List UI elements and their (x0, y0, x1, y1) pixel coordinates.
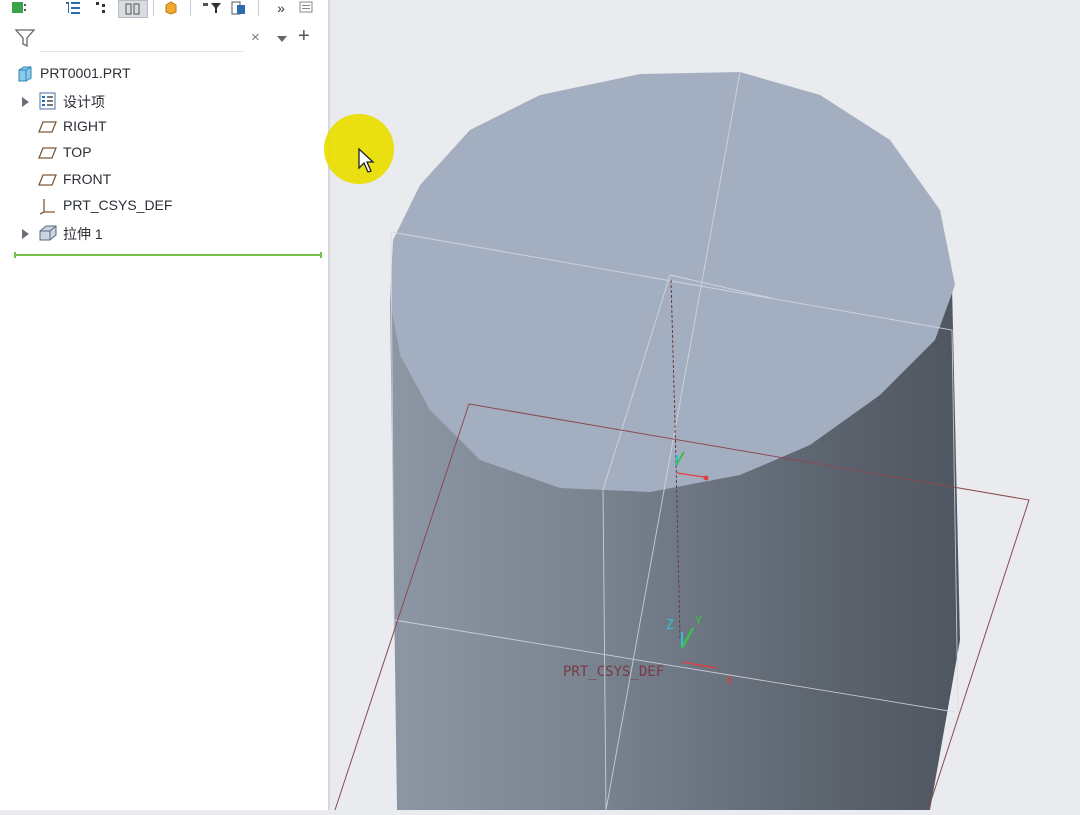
tree-item-root[interactable]: PRT0001.PRT (0, 61, 328, 87)
toolbar-divider (258, 0, 259, 16)
tree-filter-icon[interactable] (92, 0, 110, 16)
filter-input[interactable] (40, 22, 244, 52)
tree-item-csys[interactable]: PRT_CSYS_DEF (0, 193, 328, 219)
expand-arrow-icon[interactable] (20, 227, 30, 239)
model-tree-toolbar: » (0, 0, 328, 20)
design-items-icon (38, 92, 58, 110)
datum-plane-icon (38, 118, 58, 136)
expand-arrow-icon[interactable] (20, 95, 30, 107)
extrude-icon (38, 224, 58, 242)
tree-item-label: 拉伸 1 (63, 226, 103, 242)
csys-z-label: Z (666, 618, 674, 633)
datum-plane-icon (38, 171, 58, 189)
tree-item-design-items[interactable]: 设计项 (0, 88, 328, 114)
add-filter-icon[interactable]: + (298, 25, 310, 48)
csys-icon (38, 197, 58, 215)
toolbar-divider (153, 0, 154, 16)
clear-filter-icon[interactable]: × (251, 29, 260, 46)
datum-plane-icon (38, 144, 58, 162)
tree-item-front[interactable]: FRONT (0, 167, 328, 193)
toolbar-divider (190, 0, 191, 16)
tree-item-label: TOP (63, 144, 92, 160)
tree-item-label: PRT0001.PRT (40, 65, 131, 81)
model-tree-panel: » × + PRT0001.PRT 设计项 RIGHT TOP FRONT PR… (0, 0, 330, 810)
tree-item-label: RIGHT (63, 118, 107, 134)
tree-item-label: FRONT (63, 171, 112, 187)
find-filter-icon[interactable] (200, 0, 224, 16)
graphics-viewport[interactable]: Z Y X PRT_CSYS_DEF (330, 0, 1080, 811)
csys-name-label: PRT_CSYS_DEF (563, 664, 664, 680)
tree-item-label: PRT_CSYS_DEF (63, 197, 173, 213)
cylinder-model[interactable]: Z Y X PRT_CSYS_DEF (330, 0, 1080, 811)
tree-item-label: 设计项 (63, 94, 105, 110)
show-icon[interactable] (230, 0, 248, 16)
tree-item-extrude-1[interactable]: 拉伸 1 (0, 220, 328, 246)
settings-icon[interactable] (10, 0, 28, 16)
csys-y-label: Y (695, 614, 703, 628)
filter-row: × + (0, 22, 328, 56)
tree-item-right[interactable]: RIGHT (0, 114, 328, 140)
insert-here-marker[interactable] (14, 252, 322, 258)
tree-item-top[interactable]: TOP (0, 140, 328, 166)
filter-funnel-icon[interactable] (14, 27, 36, 54)
csys-x-label: X (726, 674, 733, 687)
overflow-chevron-icon[interactable]: » (272, 0, 290, 16)
mouse-pointer-icon (357, 147, 375, 179)
filter-dropdown-icon[interactable] (276, 31, 288, 49)
appearance-icon[interactable] (162, 0, 180, 16)
part-icon (15, 65, 35, 86)
tree-options-icon[interactable] (298, 0, 316, 16)
layer-tree-icon[interactable] (118, 0, 148, 18)
tree-columns-icon[interactable] (64, 0, 82, 16)
